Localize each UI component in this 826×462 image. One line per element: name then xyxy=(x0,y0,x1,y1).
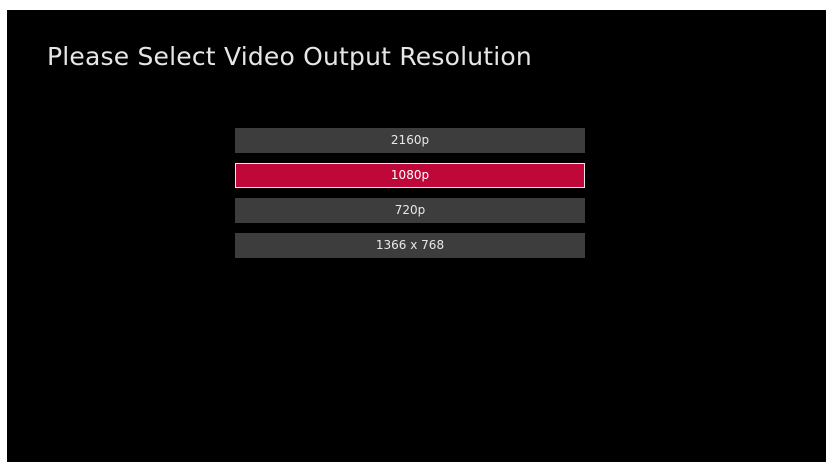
resolution-screen: Please Select Video Output Resolution 21… xyxy=(7,10,826,462)
option-720p[interactable]: 720p xyxy=(235,198,585,223)
resolution-options-list: 2160p 1080p 720p 1366 x 768 xyxy=(235,128,585,268)
option-1080p[interactable]: 1080p xyxy=(235,163,585,188)
option-1366x768[interactable]: 1366 x 768 xyxy=(235,233,585,258)
option-2160p[interactable]: 2160p xyxy=(235,128,585,153)
page-title: Please Select Video Output Resolution xyxy=(47,42,532,71)
